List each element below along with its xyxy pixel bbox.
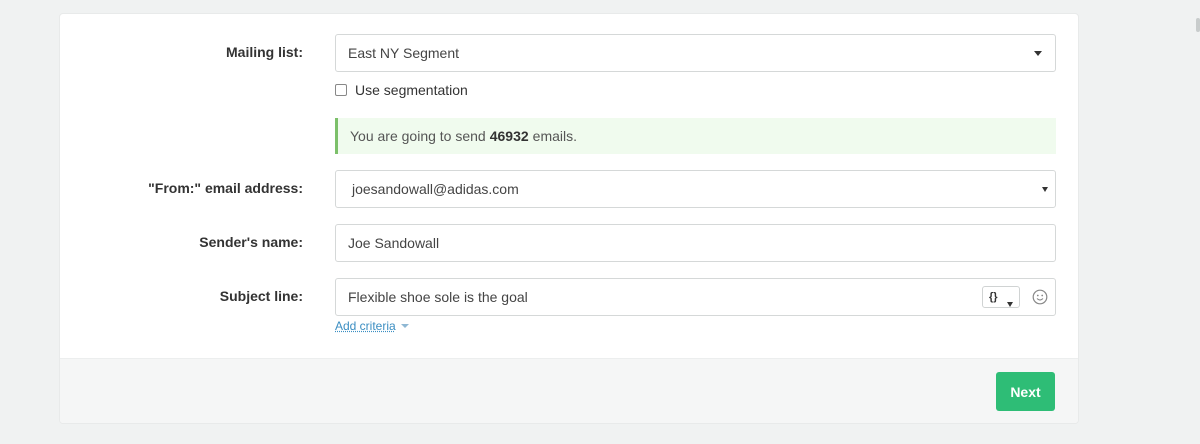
segmentation-checkbox[interactable]: [335, 84, 347, 96]
chevron-down-icon: [1034, 51, 1042, 56]
from-email-label: "From:" email address:: [148, 180, 303, 196]
chevron-down-icon: [400, 324, 409, 328]
sender-name-input[interactable]: Joe Sandowall: [335, 224, 1056, 262]
from-email-select[interactable]: joesandowall@adidas.com: [335, 170, 1056, 208]
use-segmentation-option[interactable]: Use segmentation: [335, 82, 468, 98]
mailing-list-label: Mailing list:: [226, 44, 303, 60]
campaign-settings-card: Mailing list: East NY Segment Use segmen…: [59, 13, 1079, 424]
chevron-down-icon: [1007, 302, 1013, 307]
alert-prefix: You are going to send: [350, 128, 486, 144]
next-button[interactable]: Next: [996, 372, 1055, 411]
email-count: 46932: [489, 128, 529, 144]
add-criteria-link[interactable]: Add criteria: [335, 319, 409, 333]
sender-name-value: Joe Sandowall: [348, 235, 440, 251]
from-email-value: joesandowall@adidas.com: [352, 181, 519, 197]
segmentation-label: Use segmentation: [355, 82, 468, 98]
mailing-list-select[interactable]: East NY Segment: [335, 34, 1056, 72]
scrollbar-fragment[interactable]: [1196, 18, 1200, 32]
alert-suffix: emails.: [532, 128, 578, 144]
subject-line-input[interactable]: Flexible shoe sole is the goal {}: [335, 278, 1056, 316]
card-footer: Next: [60, 358, 1078, 423]
send-count-alert: You are going to send 46932 emails.: [335, 118, 1056, 154]
personalization-variable-button[interactable]: {}: [982, 286, 1020, 308]
sender-name-label: Sender's name:: [199, 234, 303, 250]
add-criteria-label: Add criteria: [335, 319, 396, 333]
chevron-down-icon: [1042, 187, 1048, 192]
subject-line-label: Subject line:: [219, 288, 303, 304]
smiley-icon[interactable]: [1032, 289, 1048, 305]
subject-line-value: Flexible shoe sole is the goal: [348, 289, 528, 305]
mailing-list-value: East NY Segment: [348, 45, 460, 61]
braces-icon: {}: [989, 291, 998, 303]
